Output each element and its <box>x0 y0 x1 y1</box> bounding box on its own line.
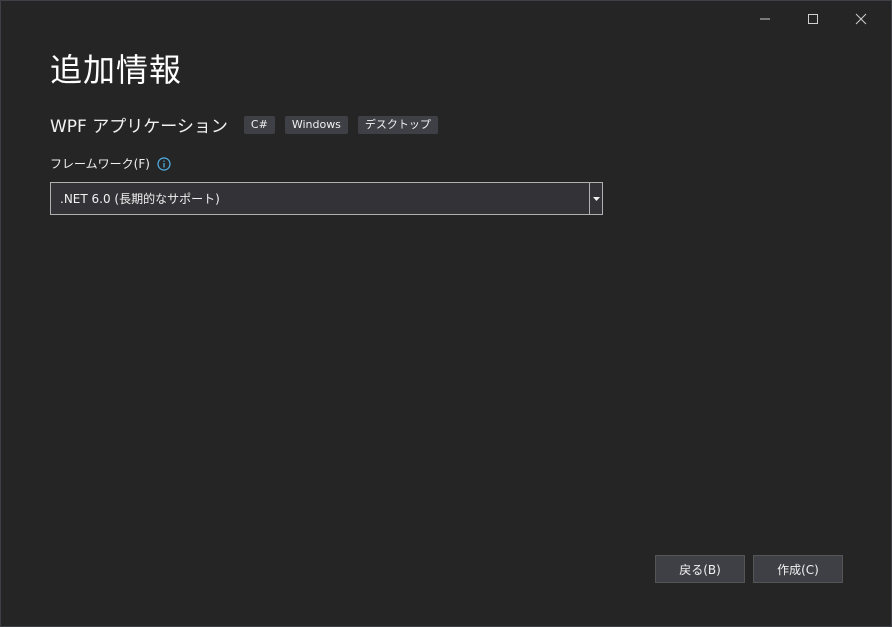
framework-label-row: フレームワーク(F) <box>50 155 171 172</box>
maximize-icon <box>808 14 818 24</box>
info-icon[interactable] <box>157 156 171 171</box>
tag-language: C# <box>243 115 275 134</box>
project-type-row: WPF アプリケーション C# Windows デスクトップ <box>50 112 448 137</box>
project-type-name: WPF アプリケーション <box>50 117 228 137</box>
create-button[interactable]: 作成(C) <box>753 555 843 583</box>
chevron-down-icon <box>592 196 600 201</box>
back-button[interactable]: 戻る(B) <box>655 555 745 583</box>
close-icon <box>855 13 867 25</box>
additional-info-dialog: 追加情報 WPF アプリケーション C# Windows デスクトップ フレーム… <box>0 0 892 627</box>
framework-select-value: .NET 6.0 (長期的なサポート) <box>60 192 220 206</box>
tag-platform: Windows <box>284 115 348 134</box>
minimize-icon <box>760 18 770 20</box>
window-controls <box>741 5 885 33</box>
framework-label: フレームワーク(F) <box>50 157 150 171</box>
close-button[interactable] <box>837 5 885 33</box>
framework-select[interactable]: .NET 6.0 (長期的なサポート) <box>50 182 603 215</box>
tag-project-type: デスクトップ <box>357 115 438 134</box>
dropdown-button[interactable] <box>589 183 602 214</box>
page-title: 追加情報 <box>50 51 183 89</box>
minimize-button[interactable] <box>741 5 789 33</box>
maximize-button[interactable] <box>789 5 837 33</box>
